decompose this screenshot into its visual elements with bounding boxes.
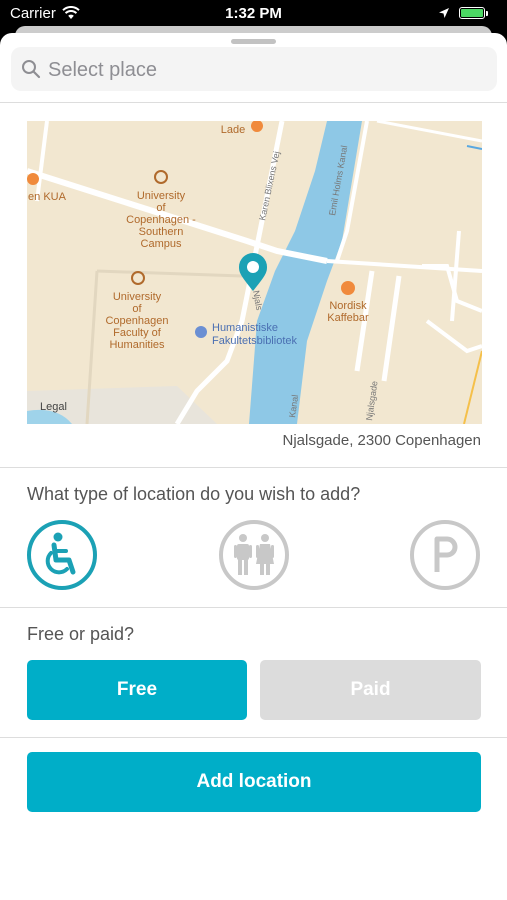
map-legal-link[interactable]: Legal [40, 401, 67, 413]
location-services-icon [439, 8, 449, 18]
divider [0, 102, 507, 103]
battery-icon [459, 7, 485, 19]
divider [0, 467, 507, 468]
divider [0, 607, 507, 608]
map-label-kua: en KUA [28, 191, 67, 203]
toilet-icon [219, 520, 289, 590]
map-label-uni-south-5: Campus [141, 238, 182, 250]
map-label-uni-south-3: Copenhagen - [126, 214, 196, 226]
map-label-uni-south-4: Southern [139, 226, 184, 238]
search-bar[interactable] [11, 47, 497, 93]
map-label-uni-hum-2: of [132, 303, 142, 315]
wheelchair-icon [27, 520, 97, 590]
address-label: Njalsgade, 2300 Copenhagen [282, 432, 482, 449]
map-label-uni-south-1: University [137, 190, 186, 202]
map-label-uni-hum-5: Humanities [109, 339, 165, 351]
map-label-uni-hum-1: University [113, 291, 162, 303]
wheelchair-type-button[interactable] [27, 520, 97, 590]
location-type-question: What type of location do you wish to add… [27, 484, 361, 504]
search-input[interactable] [46, 47, 490, 93]
battery-tip [486, 11, 488, 16]
add-location-sheet: Lade en KUA University of Copenhagen - S… [0, 33, 507, 900]
add-location-button[interactable]: Add location [27, 752, 481, 812]
free-button[interactable]: Free [27, 660, 247, 720]
parking-type-button[interactable] [410, 520, 480, 590]
map-label-nordisk-1: Nordisk [329, 300, 367, 312]
map-canvas: Lade en KUA University of Copenhagen - S… [27, 121, 482, 424]
status-bar: Carrier 1:32 PM [0, 0, 507, 28]
sheet-grabber[interactable] [231, 39, 276, 44]
status-time: 1:32 PM [225, 5, 282, 22]
map-label-uni-south-2: of [156, 202, 166, 214]
parking-icon [410, 520, 480, 590]
map-label-uni-hum-4: Faculty of [113, 327, 162, 339]
map-label-lade: Lade [221, 124, 245, 136]
map-label-library-1: Humanistiske [212, 322, 278, 334]
map-label-library-2: Fakultetsbibliotek [212, 335, 297, 347]
paid-button[interactable]: Paid [260, 660, 481, 720]
map-label-nordisk-2: Kaffebar [327, 312, 369, 324]
map-view[interactable]: Lade en KUA University of Copenhagen - S… [27, 121, 482, 424]
divider [0, 737, 507, 738]
toilet-type-button[interactable] [219, 520, 289, 590]
search-icon [22, 60, 41, 79]
payment-question: Free or paid? [27, 624, 135, 644]
map-label-uni-hum-3: Copenhagen [105, 315, 168, 327]
